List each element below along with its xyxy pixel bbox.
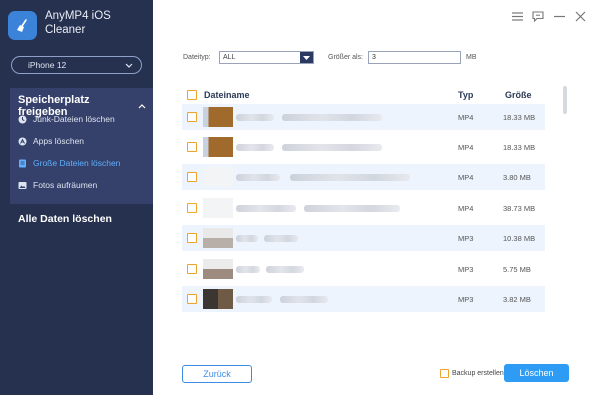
free-space-section: Speicherplatz freigeben Junk-Dateien lös… xyxy=(10,88,153,204)
blurred-filename xyxy=(290,174,410,181)
chevron-down-icon[interactable] xyxy=(300,52,313,63)
scrollbar[interactable] xyxy=(563,86,567,114)
file-size: 10.38 MB xyxy=(503,234,536,243)
blurred-filename xyxy=(282,114,382,121)
nav-apps[interactable]: Apps löschen xyxy=(18,136,84,146)
row-checkbox[interactable] xyxy=(187,264,197,274)
large-files-icon xyxy=(18,159,27,168)
file-size: 3.80 MB xyxy=(503,173,531,182)
size-label: Größer als: xyxy=(328,54,364,61)
file-thumbnail xyxy=(203,198,233,218)
minimize-icon[interactable] xyxy=(552,9,566,23)
file-type: MP4 xyxy=(458,143,474,152)
photo-icon xyxy=(18,181,27,190)
row-checkbox[interactable] xyxy=(187,233,197,243)
row-checkbox[interactable] xyxy=(187,172,197,182)
blurred-filename xyxy=(236,205,296,212)
nav-apps-label: Apps löschen xyxy=(33,136,85,146)
blurred-filename xyxy=(236,235,258,242)
close-icon[interactable] xyxy=(573,9,587,23)
file-type: MP4 xyxy=(458,173,474,182)
app-title: AnyMP4 iOS Cleaner xyxy=(45,9,111,37)
filetype-value: ALL xyxy=(223,54,236,61)
select-all-checkbox[interactable] xyxy=(187,90,197,100)
header-type[interactable]: Typ xyxy=(458,90,473,100)
backup-option[interactable]: Backup erstellen xyxy=(440,369,504,378)
row-checkbox[interactable] xyxy=(187,203,197,213)
file-size: 18.33 MB xyxy=(503,143,536,152)
file-type: MP3 xyxy=(458,234,474,243)
broom-icon xyxy=(8,11,37,40)
filetype-select[interactable]: ALL xyxy=(219,51,314,64)
size-unit: MB xyxy=(466,54,477,61)
blurred-filename xyxy=(280,296,328,303)
file-type: MP3 xyxy=(458,265,474,274)
feedback-icon[interactable] xyxy=(531,9,545,23)
file-size: 38.73 MB xyxy=(503,204,536,213)
nav-junk-files[interactable]: Junk-Dateien löschen xyxy=(18,114,115,124)
clock-icon xyxy=(18,115,27,124)
filetype-label: Dateityp: xyxy=(183,54,211,61)
file-size: 18.33 MB xyxy=(503,113,536,122)
file-thumbnail xyxy=(203,228,233,248)
file-thumbnail xyxy=(203,259,233,279)
sidebar: AnyMP4 iOS Cleaner iPhone 12 Speicherpla… xyxy=(0,0,153,395)
blurred-filename xyxy=(282,144,382,151)
file-thumbnail xyxy=(203,107,233,127)
backup-label: Backup erstellen xyxy=(452,370,504,377)
brand: AnyMP4 iOS Cleaner xyxy=(8,9,111,40)
chevron-up-icon xyxy=(138,100,146,112)
nav-photos[interactable]: Fotos aufräumen xyxy=(18,180,97,190)
blurred-filename xyxy=(304,205,400,212)
file-thumbnail xyxy=(203,137,233,157)
app-title-line1: AnyMP4 iOS xyxy=(45,10,111,22)
menu-icon[interactable] xyxy=(510,9,524,23)
nav-junk-files-label: Junk-Dateien löschen xyxy=(33,114,115,124)
header-filename[interactable]: Dateiname xyxy=(204,90,250,100)
back-button[interactable]: Zurück xyxy=(182,365,252,383)
header-size[interactable]: Größe xyxy=(505,90,532,100)
nav-large-files[interactable]: Große Dateien löschen xyxy=(18,158,120,168)
file-thumbnail xyxy=(203,289,233,309)
blurred-filename xyxy=(236,174,280,181)
min-size-input[interactable]: 3 xyxy=(368,51,461,64)
blurred-filename xyxy=(236,296,272,303)
blurred-filename xyxy=(236,114,274,121)
delete-button[interactable]: Löschen xyxy=(504,364,569,382)
row-checkbox[interactable] xyxy=(187,142,197,152)
app-title-line2: Cleaner xyxy=(45,24,86,36)
device-selector[interactable]: iPhone 12 xyxy=(11,56,142,74)
blurred-filename xyxy=(264,235,298,242)
nav-delete-all-data[interactable]: Alle Daten löschen xyxy=(18,213,112,225)
row-checkbox[interactable] xyxy=(187,112,197,122)
device-name: iPhone 12 xyxy=(28,60,67,70)
file-type: MP4 xyxy=(458,204,474,213)
file-type: MP4 xyxy=(458,113,474,122)
nav-large-files-label: Große Dateien löschen xyxy=(33,158,121,168)
blurred-filename xyxy=(236,144,274,151)
app-store-icon xyxy=(18,137,27,146)
file-size: 3.82 MB xyxy=(503,295,531,304)
file-thumbnail xyxy=(203,167,233,187)
backup-checkbox[interactable] xyxy=(440,369,449,378)
file-size: 5.75 MB xyxy=(503,265,531,274)
chevron-down-icon xyxy=(125,60,133,70)
blurred-filename xyxy=(266,266,304,273)
nav-photos-label: Fotos aufräumen xyxy=(33,180,98,190)
blurred-filename xyxy=(236,266,260,273)
row-checkbox[interactable] xyxy=(187,294,197,304)
file-type: MP3 xyxy=(458,295,474,304)
